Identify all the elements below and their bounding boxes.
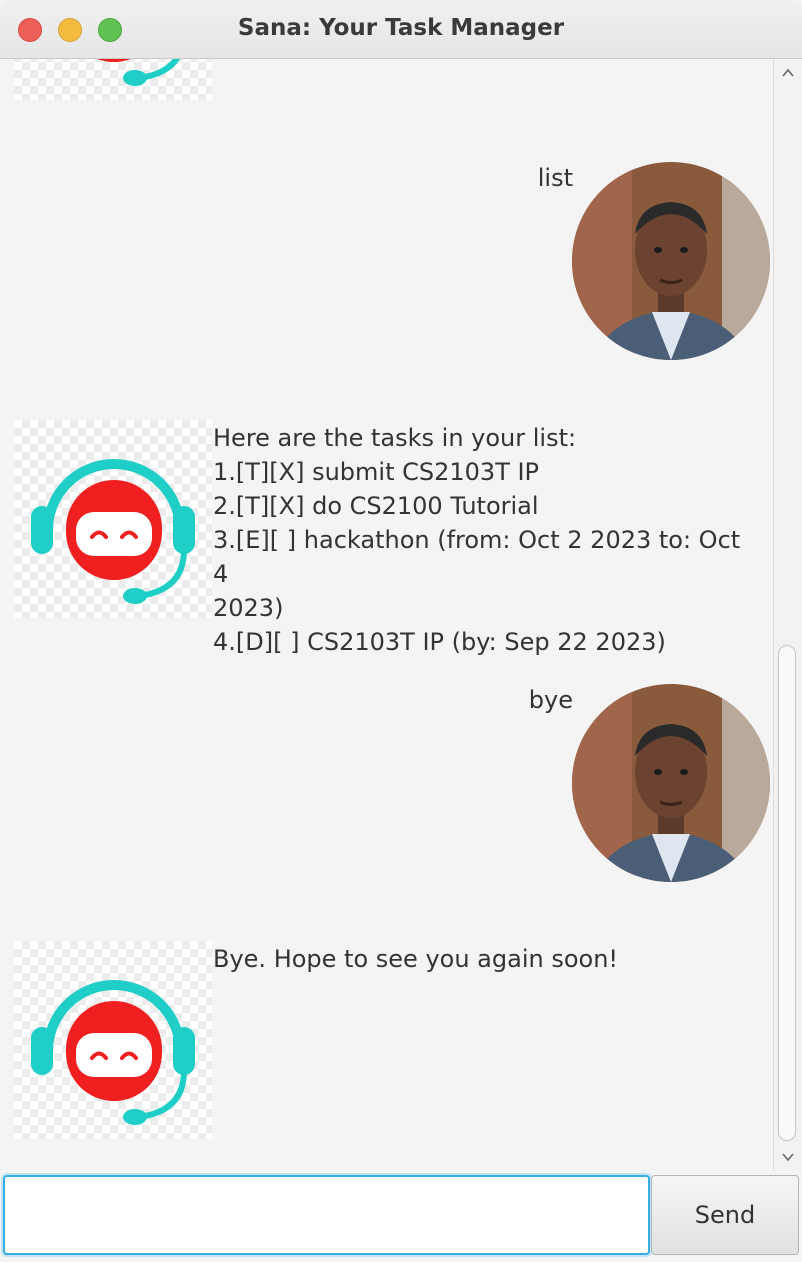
scroll-up-arrow-icon[interactable] (778, 63, 798, 83)
vertical-scrollbar[interactable] (773, 59, 802, 1170)
title-bar: Sana: Your Task Manager (0, 0, 802, 59)
send-button[interactable]: Send (651, 1175, 799, 1255)
user-avatar (572, 684, 770, 882)
user-message-text: bye (528, 686, 573, 714)
robot-headset-icon (97, 59, 180, 86)
bot-avatar (14, 59, 212, 100)
robot-headset-icon (31, 980, 195, 1125)
user-photo-avatar (572, 162, 770, 360)
user-photo-avatar (572, 684, 770, 882)
bot-avatar (14, 420, 212, 618)
user-message-text: list (537, 164, 573, 192)
scrollbar-thumb[interactable] (778, 645, 796, 1141)
bot-avatar (14, 941, 212, 1139)
bot-message-text: Here are the tasks in your list: 1.[T][X… (213, 424, 741, 656)
dialog-container[interactable]: list Here are the tasks in your list: 1.… (0, 59, 773, 1170)
user-avatar (572, 162, 770, 360)
input-bar: Send (0, 1170, 802, 1262)
user-input-field[interactable] (3, 1175, 650, 1255)
window-title: Sana: Your Task Manager (237, 15, 565, 41)
bot-message-text: Bye. Hope to see you again soon! (213, 945, 619, 973)
scroll-down-arrow-icon[interactable] (778, 1147, 798, 1167)
robot-headset-icon (31, 459, 195, 604)
